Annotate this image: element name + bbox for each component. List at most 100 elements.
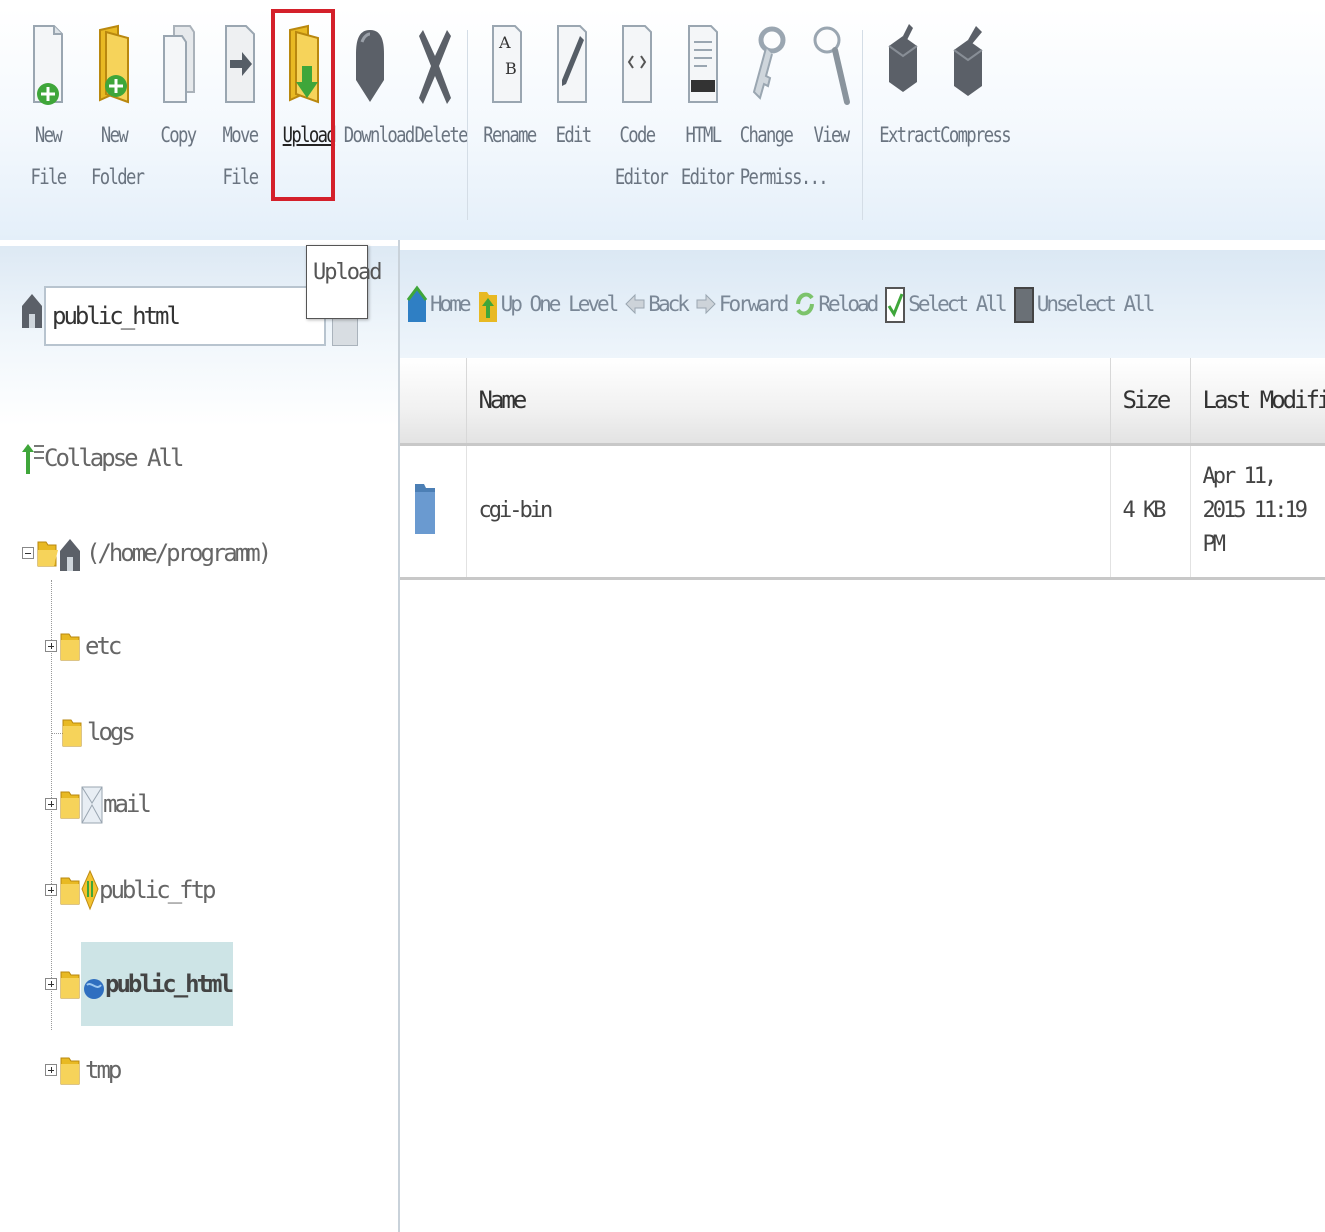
expand-toggle[interactable] — [45, 1064, 57, 1076]
move-file-button[interactable]: Move File — [210, 22, 270, 222]
globe-icon — [84, 979, 104, 999]
home-button[interactable]: Home — [406, 282, 472, 326]
download-icon — [356, 30, 384, 102]
table-row[interactable]: cgi-bin 4 KB Apr 11, 2015 11:19 PM — [400, 444, 1325, 580]
delete-label: Delete — [414, 123, 469, 147]
checkbox-checked-icon — [885, 287, 906, 323]
key-icon — [752, 26, 786, 100]
tree-item-public-html[interactable]: public_html — [45, 942, 234, 1026]
new-folder-button[interactable]: New Folder — [86, 22, 145, 222]
row-name-cell[interactable]: cgi-bin — [466, 444, 1111, 580]
new-folder-label: New Folder — [91, 123, 145, 189]
row-size-cell: 4 KB — [1110, 444, 1191, 580]
rename-button[interactable]: A B Rename — [478, 22, 537, 222]
code-editor-button[interactable]: Code Editor — [610, 22, 669, 222]
tree-item-tmp[interactable]: tmp — [45, 1042, 122, 1098]
select-all-button[interactable]: Select All — [884, 282, 1008, 326]
code-editor-label: Code Editor — [614, 123, 669, 189]
home-icon — [22, 294, 42, 328]
tree-item-public-ftp[interactable]: public_ftp — [45, 862, 216, 918]
code-editor-icon — [622, 25, 652, 103]
open-folder-icon — [37, 541, 58, 567]
path-input[interactable] — [44, 286, 326, 346]
folder-icon — [60, 1057, 80, 1085]
svg-text:B: B — [505, 59, 517, 78]
tree-item-label: logs — [87, 718, 136, 746]
change-permissions-label: Change Permiss... — [739, 123, 829, 189]
html-editor-button[interactable]: HTML Editor — [676, 22, 735, 222]
new-file-label: New File — [30, 123, 68, 189]
compress-icon — [953, 26, 983, 96]
folder-tree-pane: Collapse All (/home/programm) etc logs — [0, 240, 398, 1232]
navigation-toolbar: Home Up One Level Back Forward Reload Se… — [400, 250, 1325, 358]
back-arrow-icon — [625, 293, 645, 315]
collapse-all-icon — [22, 444, 44, 474]
extract-label: Extract — [879, 123, 942, 147]
unselect-all-label: Unselect All — [1036, 292, 1156, 316]
upload-tooltip: Upload — [306, 245, 382, 319]
move-file-icon — [225, 25, 255, 103]
view-button[interactable]: View — [808, 22, 854, 222]
folder-icon — [62, 719, 82, 747]
delete-button[interactable]: Delete — [410, 22, 469, 222]
expand-toggle[interactable] — [45, 884, 57, 896]
reload-label: Reload — [818, 292, 879, 316]
compress-button[interactable]: Compress — [934, 22, 1012, 222]
collapse-all-label: Collapse All — [44, 444, 184, 472]
up-folder-icon — [478, 292, 497, 322]
new-file-button[interactable]: New File — [20, 22, 76, 222]
copy-button[interactable]: Copy — [152, 22, 204, 222]
tree-item-label: mail — [103, 790, 152, 818]
back-label: Back — [648, 292, 690, 316]
tree-item-logs[interactable]: logs — [61, 704, 136, 760]
tree-item-etc[interactable]: etc — [45, 618, 122, 674]
expand-toggle[interactable] — [45, 978, 57, 990]
tree-root-label: (/home/programm) — [86, 539, 272, 567]
html-editor-label: HTML Editor — [680, 123, 735, 189]
view-label: View — [813, 123, 851, 147]
move-file-label: Move File — [222, 123, 260, 189]
back-button[interactable]: Back — [624, 289, 690, 319]
column-header-modified[interactable]: Last Modified (Pacific — [1190, 358, 1325, 446]
upload-highlight-box — [271, 9, 335, 201]
extract-button[interactable]: Extract — [874, 22, 942, 222]
collapse-toggle[interactable] — [22, 547, 34, 559]
main-toolbar: New File New Folder Copy Move File Uploa… — [0, 8, 1325, 240]
row-icon-cell — [400, 444, 467, 580]
reload-icon — [796, 292, 815, 316]
rename-icon: A B — [492, 25, 522, 103]
column-header-name[interactable]: Name — [466, 358, 1111, 446]
rename-label: Rename — [483, 123, 537, 147]
unselect-all-button[interactable]: Unselect All — [1013, 282, 1156, 326]
tree-item-label: tmp — [85, 1056, 122, 1084]
file-list: Name Size Last Modified (Pacific cgi-bin… — [400, 358, 1325, 580]
column-header-icon — [400, 358, 467, 446]
reload-button[interactable]: Reload — [794, 284, 879, 324]
tree-root[interactable]: (/home/programm) — [22, 525, 272, 581]
delete-icon — [419, 30, 451, 104]
checkbox-empty-icon — [1013, 287, 1034, 323]
up-one-level-button[interactable]: Up One Level — [477, 282, 619, 326]
tree-item-mail[interactable]: mail — [45, 776, 152, 832]
magnifier-icon — [813, 26, 850, 105]
forward-button[interactable]: Forward — [695, 289, 789, 319]
select-all-label: Select All — [908, 292, 1007, 316]
home-icon — [60, 539, 80, 571]
toolbar-separator — [467, 30, 468, 220]
toolbar-separator — [862, 30, 863, 220]
new-folder-icon — [99, 24, 129, 104]
collapse-all-link[interactable]: Collapse All — [22, 430, 184, 486]
home-label: Home — [430, 292, 472, 316]
forward-arrow-icon — [696, 293, 716, 315]
folder-icon — [60, 971, 80, 999]
change-permissions-button[interactable]: Change Permiss... — [734, 22, 829, 222]
download-button[interactable]: Download — [338, 22, 415, 222]
expand-toggle[interactable] — [45, 798, 57, 810]
html-editor-icon — [688, 25, 718, 103]
table-header-row: Name Size Last Modified (Pacific — [400, 358, 1325, 446]
edit-button[interactable]: Edit — [552, 22, 592, 222]
extract-icon — [888, 24, 918, 92]
expand-toggle[interactable] — [45, 640, 57, 652]
folder-icon — [415, 483, 435, 534]
column-header-size[interactable]: Size — [1110, 358, 1191, 446]
